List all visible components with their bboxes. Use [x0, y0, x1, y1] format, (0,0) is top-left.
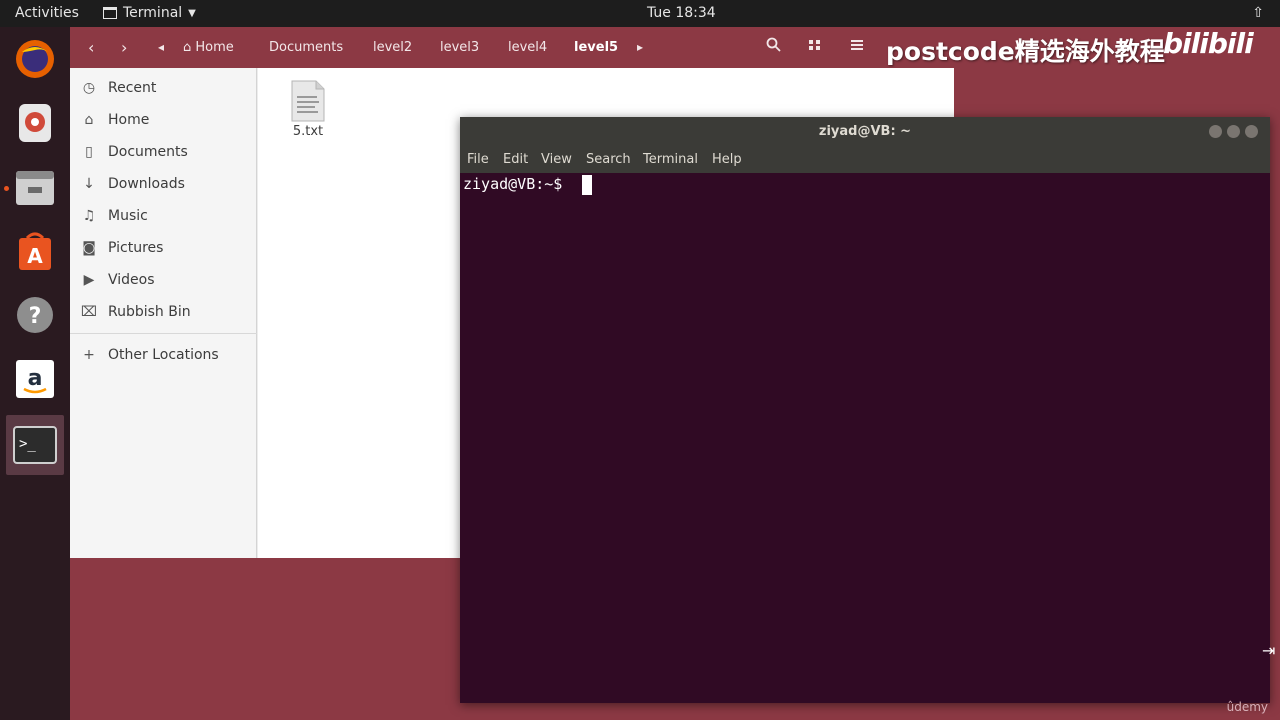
sidebar-item-videos[interactable]: ▶ Videos [80, 268, 250, 292]
resize-handle-icon[interactable]: ⇥ [1262, 641, 1275, 660]
menu-file[interactable]: File [467, 152, 489, 167]
forward-icon[interactable]: › [121, 38, 127, 57]
camera-icon: ◙ [82, 240, 96, 256]
sidebar-item-label: Rubbish Bin [108, 304, 191, 320]
udemy-watermark: ûdemy [1226, 700, 1268, 714]
search-icon[interactable] [766, 37, 781, 56]
bilibili-logo: bilibili [1163, 27, 1254, 60]
activities-button[interactable]: Activities [15, 5, 79, 21]
breadcrumb-level5[interactable]: level5 [574, 40, 618, 55]
sidebar-item-other-locations[interactable]: + Other Locations [80, 343, 250, 367]
dock-software[interactable]: A [12, 228, 58, 274]
chevron-down-icon: ▼ [188, 7, 196, 19]
help-icon: ? [17, 297, 53, 333]
breadcrumb-level3[interactable]: level3 [440, 40, 479, 55]
sidebar-item-home[interactable]: ⌂ Home [80, 108, 250, 132]
sidebar-item-label: Videos [108, 272, 155, 288]
view-toggle-icon[interactable] [808, 37, 822, 56]
home-icon: ⌂ [84, 112, 94, 128]
sidebar-item-label: Home [108, 112, 150, 128]
breadcrumb-label: Home [195, 40, 234, 55]
sidebar-item-downloads[interactable]: ↓ Downloads [80, 172, 250, 196]
plus-icon: + [83, 347, 95, 363]
app-menu[interactable]: Terminal ▼ [103, 5, 196, 21]
back-icon[interactable]: ‹ [88, 38, 94, 57]
trash-icon: ⌧ [80, 304, 98, 320]
sidebar-divider [70, 333, 257, 334]
minimize-button[interactable] [1209, 125, 1222, 138]
video-icon: ▶ [83, 272, 95, 288]
file-name[interactable]: 5.txt [280, 124, 336, 139]
home-icon: ⌂ [183, 40, 192, 55]
music-icon: ♫ [82, 208, 96, 224]
app-menu-label: Terminal [123, 5, 183, 21]
terminal-body[interactable]: ziyad@VB:~$ [460, 173, 1270, 703]
dock: A ? a >_ [0, 27, 70, 720]
document-icon: ▯ [85, 144, 93, 160]
svg-text:?: ? [29, 304, 42, 329]
sidebar-item-music[interactable]: ♫ Music [80, 204, 250, 228]
menu-edit[interactable]: Edit [503, 152, 528, 167]
amazon-icon: a [16, 360, 54, 398]
system-menu-icon[interactable]: ⇧ [1252, 5, 1264, 21]
sidebar-item-label: Downloads [108, 176, 185, 192]
text-file-icon[interactable] [290, 80, 326, 122]
breadcrumb-left-icon[interactable]: ◂ [158, 40, 164, 54]
close-button[interactable] [1245, 125, 1258, 138]
breadcrumb-level2[interactable]: level2 [373, 40, 412, 55]
sidebar-item-recent[interactable]: ◷ Recent [80, 76, 250, 100]
download-icon: ↓ [83, 176, 95, 192]
breadcrumb-level4[interactable]: level4 [508, 40, 547, 55]
terminal-icon: >_ [13, 426, 57, 464]
menu-terminal[interactable]: Terminal [643, 152, 698, 167]
dock-help[interactable]: ? [12, 292, 58, 338]
dock-amazon[interactable]: a [12, 356, 58, 402]
window-title: ziyad@VB: ~ [818, 124, 912, 139]
breadcrumb-home[interactable]: ⌂ Home [183, 40, 234, 55]
running-indicator [4, 186, 9, 191]
dock-firefox[interactable] [12, 36, 58, 82]
svg-text:A: A [27, 244, 43, 268]
menu-search[interactable]: Search [586, 152, 631, 167]
dock-terminal[interactable]: >_ [6, 415, 64, 475]
menu-view[interactable]: View [541, 152, 572, 167]
terminal-menubar: File Edit View Search Terminal Help [460, 146, 1270, 173]
rhythmbox-icon [19, 104, 51, 142]
sidebar-item-label: Pictures [108, 240, 164, 256]
dock-rhythmbox[interactable] [12, 100, 58, 146]
clock-icon: ◷ [82, 80, 96, 96]
top-bar: Activities Terminal ▼ Tue 18:34 ⇧ [0, 0, 1280, 27]
maximize-button[interactable] [1227, 125, 1240, 138]
breadcrumb-right-icon[interactable]: ▸ [637, 40, 643, 54]
terminal-app-icon [103, 7, 117, 19]
software-icon: A [19, 232, 51, 270]
clock[interactable]: Tue 18:34 [647, 5, 716, 21]
sidebar-item-label: Other Locations [108, 347, 219, 363]
terminal-titlebar[interactable]: ziyad@VB: ~ [460, 117, 1270, 146]
dock-files[interactable] [12, 164, 58, 210]
hamburger-menu-icon[interactable] [850, 37, 864, 56]
terminal-window[interactable]: ziyad@VB: ~ File Edit View Search Termin… [460, 117, 1270, 703]
sidebar-item-label: Recent [108, 80, 157, 96]
text-cursor [582, 175, 592, 195]
svg-text:>_: >_ [19, 436, 36, 452]
files-icon [16, 171, 54, 205]
breadcrumb-documents[interactable]: Documents [269, 40, 343, 55]
firefox-icon [16, 40, 54, 78]
sidebar-item-label: Music [108, 208, 148, 224]
sidebar-item-documents[interactable]: ▯ Documents [80, 140, 250, 164]
shell-prompt: ziyad@VB:~$ [463, 175, 572, 193]
watermark-text: postcode精选海外教程 [886, 37, 1165, 66]
svg-text:a: a [28, 366, 43, 391]
menu-help[interactable]: Help [712, 152, 742, 167]
sidebar-item-label: Documents [108, 144, 188, 160]
files-header-bar: ‹ › ◂ ⌂ Home Documents level2 level3 lev… [70, 27, 954, 68]
sidebar-item-pictures[interactable]: ◙ Pictures [80, 236, 250, 260]
files-sidebar: ◷ Recent ⌂ Home ▯ Documents ↓ Downloads … [70, 68, 257, 558]
sidebar-item-rubbish-bin[interactable]: ⌧ Rubbish Bin [80, 300, 250, 324]
